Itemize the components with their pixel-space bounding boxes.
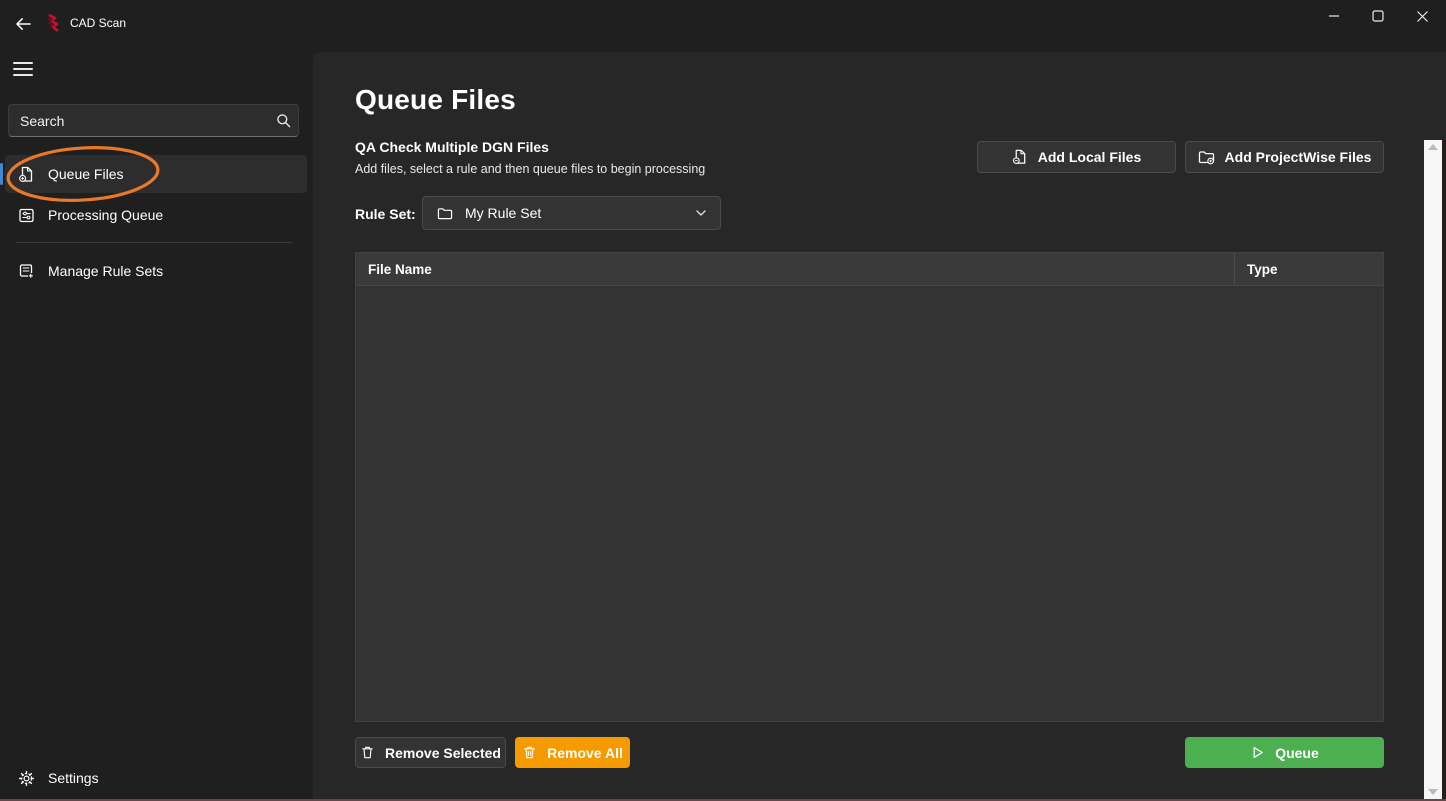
add-projectwise-files-button[interactable]: Add ProjectWise Files	[1185, 141, 1384, 173]
window-maximize-button[interactable]	[1356, 0, 1400, 32]
sidebar-item-label: Settings	[48, 770, 99, 786]
minimize-icon	[1329, 15, 1339, 17]
remove-selected-button[interactable]: Remove Selected	[355, 737, 506, 768]
window-close-button[interactable]	[1400, 0, 1444, 32]
sidebar-item-label: Manage Rule Sets	[48, 263, 164, 279]
back-button[interactable]	[6, 10, 40, 38]
sidebar-item-settings[interactable]: Settings	[5, 759, 307, 797]
remove-all-button[interactable]: Remove All	[515, 737, 630, 768]
app-logo-icon	[45, 14, 60, 33]
button-label: Remove All	[547, 744, 623, 761]
table-header-row: File Name Type	[356, 253, 1383, 286]
rule-set-dropdown[interactable]: My Rule Set	[422, 196, 721, 230]
back-arrow-icon	[16, 18, 31, 30]
selected-indicator	[0, 163, 3, 185]
search-input[interactable]	[9, 112, 268, 129]
sidebar-divider	[16, 242, 292, 243]
gear-icon	[18, 770, 35, 786]
search-box	[8, 104, 299, 137]
queue-button[interactable]: Queue	[1185, 737, 1384, 768]
column-header-type: Type	[1234, 253, 1383, 285]
maximize-icon	[1372, 10, 1384, 22]
rule-sets-icon	[19, 263, 34, 278]
sidebar-item-label: Processing Queue	[48, 207, 164, 223]
rule-set-label: Rule Set:	[355, 206, 416, 222]
app-title: CAD Scan	[70, 16, 127, 30]
chevron-down-icon	[696, 210, 706, 216]
sidebar-item-processing-queue[interactable]: Processing Queue	[5, 196, 307, 234]
processing-list-icon	[19, 208, 34, 222]
file-queue-table: File Name Type	[355, 252, 1384, 722]
play-icon	[1253, 746, 1264, 759]
sidebar-item-manage-rule-sets[interactable]: Manage Rule Sets	[5, 252, 307, 290]
table-body-empty	[356, 286, 1383, 721]
section-title: QA Check Multiple DGN Files	[355, 139, 549, 155]
folder-add-icon	[1198, 151, 1214, 165]
scroll-down-icon[interactable]	[1428, 789, 1438, 795]
document-add-icon	[19, 166, 33, 182]
nav-menu-toggle-button[interactable]	[8, 58, 38, 80]
rule-set-selected-value: My Rule Set	[465, 205, 542, 221]
folder-icon	[437, 207, 453, 219]
page-title: Queue Files	[355, 84, 516, 115]
trash-icon	[362, 746, 373, 759]
window-minimize-button[interactable]	[1312, 0, 1356, 32]
sidebar-item-label: Queue Files	[48, 166, 124, 182]
section-description: Add files, select a rule and then queue …	[355, 162, 706, 176]
column-header-file-name: File Name	[368, 261, 432, 277]
add-local-files-button[interactable]: Add Local Files	[977, 141, 1176, 173]
hamburger-icon	[13, 62, 33, 64]
close-icon	[1416, 10, 1428, 22]
document-add-icon	[1012, 149, 1026, 165]
trash-icon	[524, 746, 535, 759]
window-right-edge	[1442, 140, 1446, 801]
button-label: Queue	[1275, 744, 1319, 761]
button-label: Remove Selected	[385, 744, 501, 761]
vertical-scrollbar[interactable]	[1424, 140, 1442, 799]
button-label: Add ProjectWise Files	[1224, 149, 1372, 165]
button-label: Add Local Files	[1037, 149, 1142, 165]
search-icon[interactable]	[268, 105, 298, 136]
sidebar-item-queue-files[interactable]: Queue Files	[5, 155, 307, 193]
scroll-up-icon[interactable]	[1428, 144, 1438, 150]
